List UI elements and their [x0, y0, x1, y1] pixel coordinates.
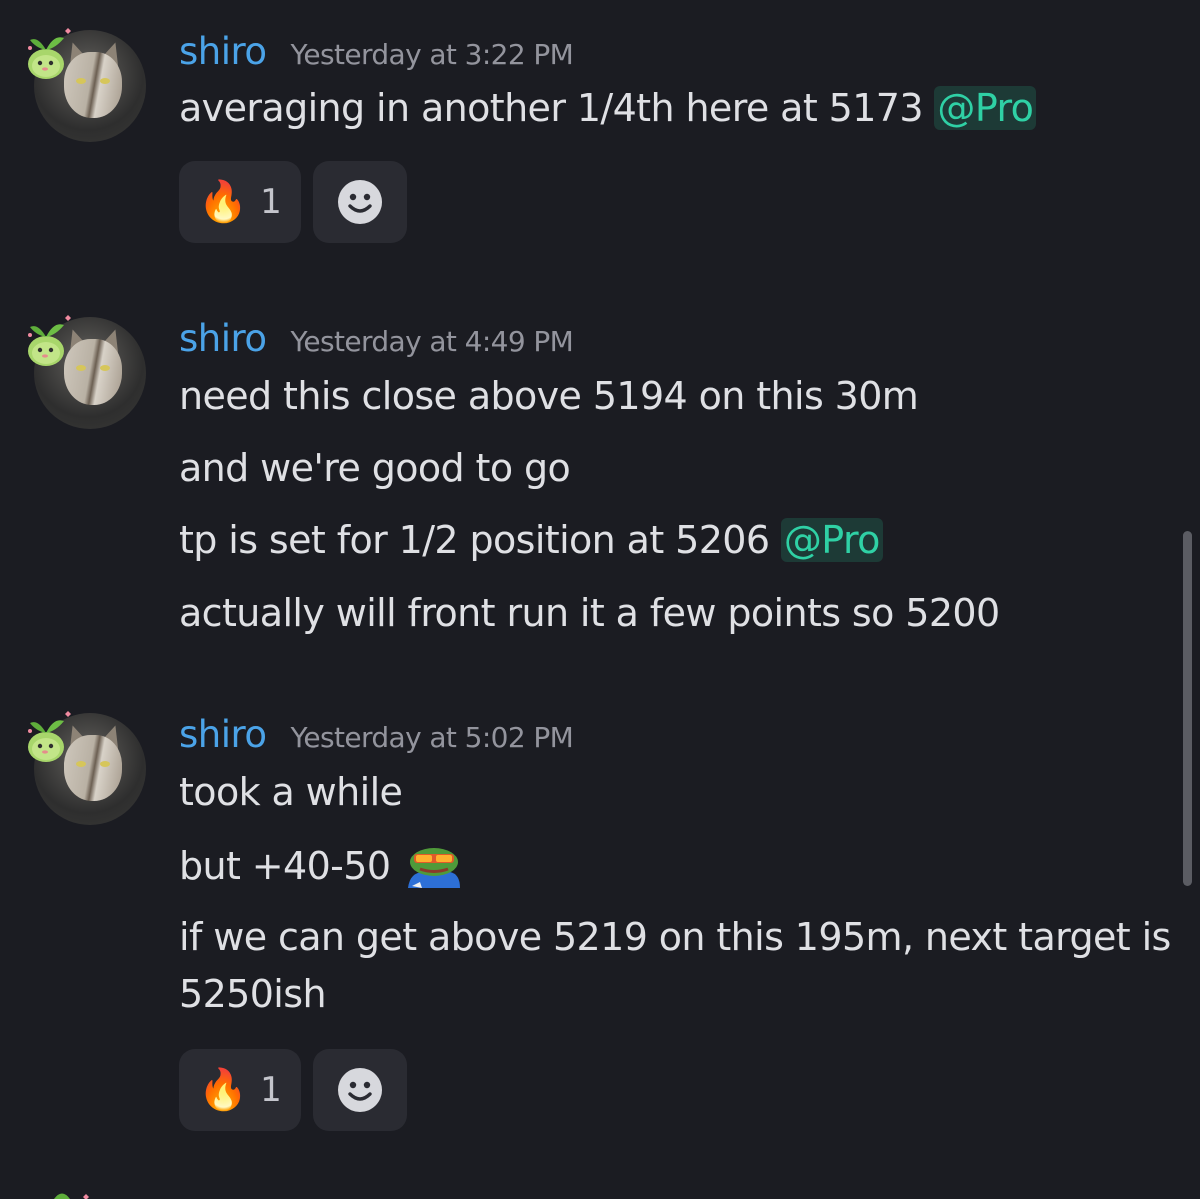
fire-emoji-icon: 🔥: [198, 179, 249, 225]
reaction-fire[interactable]: 🔥 1: [179, 161, 301, 243]
message-timestamp: Yesterday at 3:22 PM: [290, 38, 574, 71]
message-timestamp: Yesterday at 4:49 PM: [290, 325, 574, 358]
message-text: but +40-50: [179, 842, 462, 890]
add-reaction-button[interactable]: [313, 161, 407, 243]
reaction-count: 1: [260, 182, 282, 222]
message-text: and we're good to go: [179, 446, 571, 490]
mention-pro[interactable]: @Pro: [780, 518, 883, 562]
smiley-icon: [338, 180, 382, 224]
sprout-decoration-icon: [28, 28, 71, 79]
author-name[interactable]: shiro: [179, 713, 267, 756]
message-text: need this close above 5194 on this 30m: [179, 374, 919, 418]
author-name[interactable]: shiro: [179, 317, 267, 360]
sprout-decoration-icon: [28, 711, 71, 762]
reaction-fire[interactable]: 🔥 1: [179, 1049, 301, 1131]
message-text: if we can get above 5219 on this 195m, n…: [179, 915, 1171, 959]
message-timestamp: Yesterday at 5:02 PM: [290, 721, 574, 754]
message-text: actually will front run it a few points …: [179, 591, 1000, 635]
message-text: tp is set for 1/2 position at 5206 @Pro: [179, 518, 883, 562]
smiley-icon: [338, 1068, 382, 1112]
chat-message-list: shiro Yesterday at 3:22 PM averaging in …: [0, 0, 1200, 1199]
message-text-content: but +40-50: [179, 844, 402, 888]
message-text: 5250ish: [179, 972, 327, 1016]
message-text: took a while: [179, 770, 403, 814]
add-reaction-button[interactable]: [313, 1049, 407, 1131]
message-text-content: averaging in another 1/4th here at 5173: [179, 86, 935, 130]
message-text: averaging in another 1/4th here at 5173 …: [179, 86, 1037, 130]
message-text-content: tp is set for 1/2 position at 5206: [179, 518, 781, 562]
mention-pro[interactable]: @Pro: [934, 86, 1037, 130]
avatar[interactable]: [22, 20, 150, 148]
scrollbar-thumb[interactable]: [1183, 531, 1192, 886]
pepe-sunglasses-emoji-icon: [407, 848, 460, 888]
reaction-count: 1: [260, 1070, 282, 1110]
avatar[interactable]: [22, 307, 150, 435]
author-name[interactable]: shiro: [179, 30, 267, 73]
next-message-avatar-peek: [54, 1193, 89, 1199]
sprout-decoration-icon: [28, 315, 71, 366]
avatar[interactable]: [22, 703, 150, 831]
fire-emoji-icon: 🔥: [198, 1067, 249, 1113]
